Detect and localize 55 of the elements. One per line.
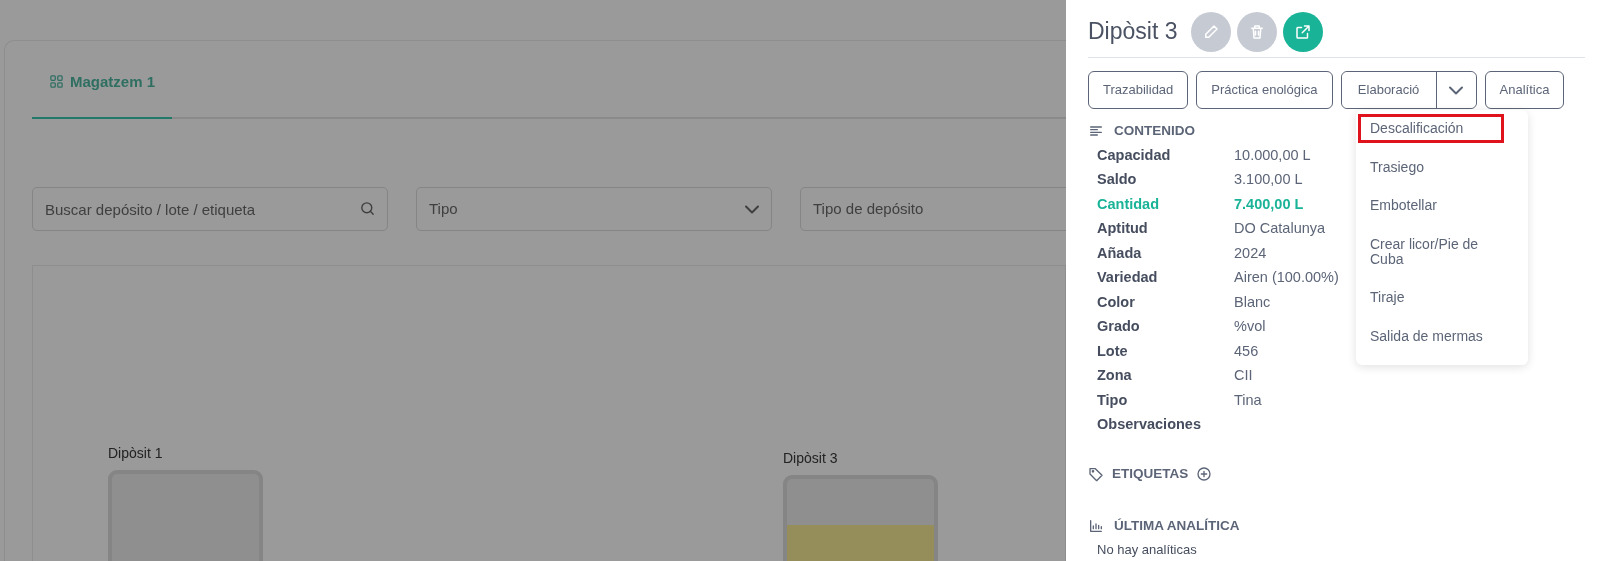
field-label: Lote <box>1097 341 1129 361</box>
field-label: Añada <box>1097 243 1143 263</box>
field-label: Grado <box>1097 317 1141 337</box>
field-label: Tipo <box>1097 390 1129 410</box>
field-label: Color <box>1097 292 1136 312</box>
field-label: Cantidad <box>1097 194 1161 214</box>
section-title: CONTENIDO <box>1114 122 1195 140</box>
field-label: Zona <box>1097 366 1133 386</box>
search-icon <box>359 200 376 217</box>
field-value: Tina <box>1234 390 1262 410</box>
action-button[interactable]: Práctica enológica <box>1196 71 1333 109</box>
tank-name: Dipòsit 3 <box>783 449 838 468</box>
field-label: Capacidad <box>1097 145 1172 165</box>
panel-title: Dipòsit 3 <box>1088 17 1178 47</box>
external-link-icon <box>1294 22 1313 41</box>
menu-item[interactable]: Embotellar <box>1356 191 1528 221</box>
caret-button[interactable] <box>1435 72 1476 108</box>
menu-item[interactable]: Salida de mermas <box>1356 322 1528 351</box>
field-value: Blanc <box>1234 292 1271 312</box>
field-label: Variedad <box>1097 268 1159 288</box>
chevron-down-icon <box>1449 86 1464 96</box>
field-label: Saldo <box>1097 170 1138 190</box>
select-field[interactable]: Tipo <box>416 187 772 231</box>
tank-name: Dipòsit 1 <box>108 444 163 463</box>
empty-message: No hay analíticas <box>1096 540 1198 559</box>
menu-item[interactable]: Trasiego <box>1356 152 1528 182</box>
pencil-icon <box>1202 22 1221 41</box>
menu-item[interactable]: Descalificación <box>1358 114 1504 143</box>
action-button[interactable]: Trazabilidad <box>1088 71 1189 109</box>
field-value: 10.000,00 L <box>1234 145 1311 165</box>
field-label: Aptitud <box>1097 219 1149 239</box>
add-button[interactable] <box>1196 466 1213 483</box>
menu-item[interactable]: Crear licor/Pie de Cuba <box>1356 230 1528 274</box>
field-value: 2024 <box>1234 243 1267 263</box>
field-label: Observaciones <box>1097 415 1202 435</box>
action-button[interactable]: Analítica <box>1484 71 1565 109</box>
field-value: 3.100,00 L <box>1234 170 1303 190</box>
field-value: CII <box>1234 366 1253 386</box>
field-value: %vol <box>1234 317 1266 337</box>
plus-circle-icon <box>1196 466 1213 483</box>
open-button[interactable] <box>1283 11 1324 52</box>
select-field[interactable]: Tipo de depósito <box>800 187 1066 231</box>
field-value: DO Catalunya <box>1234 219 1326 239</box>
field-value: 7.400,00 L <box>1234 194 1304 214</box>
section-title: ETIQUETAS <box>1112 465 1189 484</box>
split-button[interactable]: Elaboració <box>1340 71 1477 109</box>
search-field[interactable]: Buscar depósito / lote / etiqueta <box>32 187 388 231</box>
tag-icon <box>1088 466 1104 483</box>
section-title: ÚLTIMA ANALÍTICA <box>1114 516 1240 535</box>
chevron-down-icon <box>745 204 759 214</box>
field-value: Airen (100.00%) <box>1234 268 1339 288</box>
menu-item[interactable]: Tiraje <box>1356 283 1528 313</box>
field-value: 456 <box>1234 341 1259 361</box>
grid-icon <box>49 74 64 90</box>
bar-chart-icon <box>1088 517 1104 534</box>
